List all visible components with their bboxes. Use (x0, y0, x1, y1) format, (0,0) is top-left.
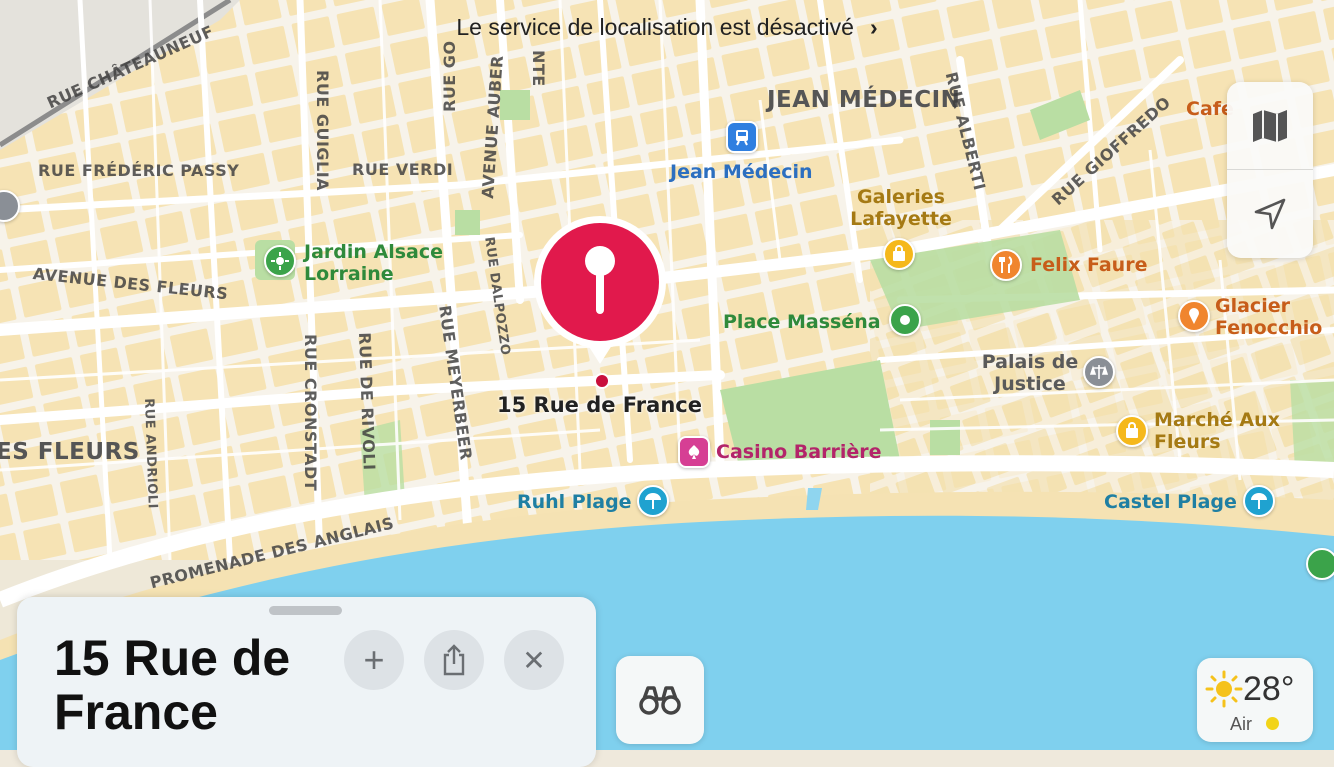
restaurant-icon[interactable] (990, 249, 1022, 281)
plus-icon: + (363, 639, 385, 680)
street-label: RUE GO (440, 40, 459, 112)
park-icon[interactable] (1306, 548, 1334, 580)
share-button[interactable] (424, 630, 484, 690)
ice-cream-icon[interactable] (1178, 300, 1210, 332)
market-bag-icon[interactable] (1116, 415, 1148, 447)
weather-widget[interactable]: 28° Air (1197, 658, 1313, 742)
pin-label[interactable]: 15 Rue de France (497, 393, 702, 417)
street-label: RUE FRÉDÉRIC PASSY (38, 161, 240, 180)
district-label: ES FLEURS (0, 439, 140, 465)
beach-umbrella-icon[interactable] (1243, 485, 1275, 517)
sheet-grabber[interactable] (269, 606, 342, 615)
location-arrow-icon (1254, 198, 1286, 229)
poi-label-casino[interactable]: Casino Barrière (716, 441, 881, 463)
binoculars-icon (639, 686, 681, 715)
district-label: JEAN MÉDECIN (767, 87, 961, 113)
street-label: RUE CRONSTADT (301, 334, 320, 492)
air-quality-dot (1266, 717, 1279, 730)
share-icon (443, 644, 465, 676)
look-around-button[interactable] (616, 656, 704, 744)
map-controls (1227, 82, 1313, 258)
shopping-bag-icon[interactable] (883, 238, 915, 270)
map-icon (1253, 109, 1287, 142)
pin-location-dot (594, 373, 610, 389)
street-label: RUE GUIGLIA (313, 70, 332, 192)
poi-label-galeries[interactable]: Galeries Lafayette (846, 186, 956, 230)
place-marker-icon[interactable] (889, 304, 921, 336)
poi-label-ruhl[interactable]: Ruhl Plage (517, 491, 632, 513)
place-sheet[interactable]: 15 Rue de France + ✕ (17, 597, 596, 767)
air-quality-label: Air (1230, 714, 1252, 734)
poi-label-palais[interactable]: Palais de Justice (980, 351, 1080, 395)
dropped-pin-icon[interactable] (533, 216, 669, 376)
poi-label-marche[interactable]: Marché Aux Fleurs (1154, 409, 1294, 453)
add-button[interactable]: + (344, 630, 404, 690)
banner-text: Le service de localisation est désactivé (456, 14, 854, 40)
sun-icon (1205, 670, 1243, 708)
park-icon[interactable] (264, 245, 296, 277)
poi-label-place-massena[interactable]: Place Masséna (723, 311, 881, 333)
map-mode-button[interactable] (1227, 82, 1313, 169)
poi-label-glacier[interactable]: Glacier Fenocchio (1215, 295, 1334, 339)
poi-label-jean-medecin[interactable]: Jean Médecin (670, 161, 813, 183)
close-icon: ✕ (522, 644, 546, 676)
close-button[interactable]: ✕ (504, 630, 564, 690)
sheet-title: 15 Rue de France (54, 630, 291, 740)
chevron-right-icon: › (869, 14, 878, 40)
poi-label-felix-faure[interactable]: Felix Faure (1030, 254, 1147, 276)
tram-station-icon[interactable] (726, 121, 758, 153)
beach-umbrella-icon[interactable] (637, 485, 669, 517)
poi-label-castel[interactable]: Castel Plage (1104, 491, 1237, 513)
location-services-banner[interactable]: Le service de localisation est désactivé… (0, 14, 1334, 41)
street-label: NTE (529, 50, 548, 87)
casino-icon[interactable] (678, 436, 710, 468)
street-label: RUE VERDI (352, 160, 454, 179)
locate-me-button[interactable] (1227, 170, 1313, 257)
justice-scale-icon[interactable] (1083, 356, 1115, 388)
poi-label-jardin[interactable]: Jardin Alsace Lorraine (304, 241, 464, 285)
temperature: 28° (1243, 670, 1295, 708)
